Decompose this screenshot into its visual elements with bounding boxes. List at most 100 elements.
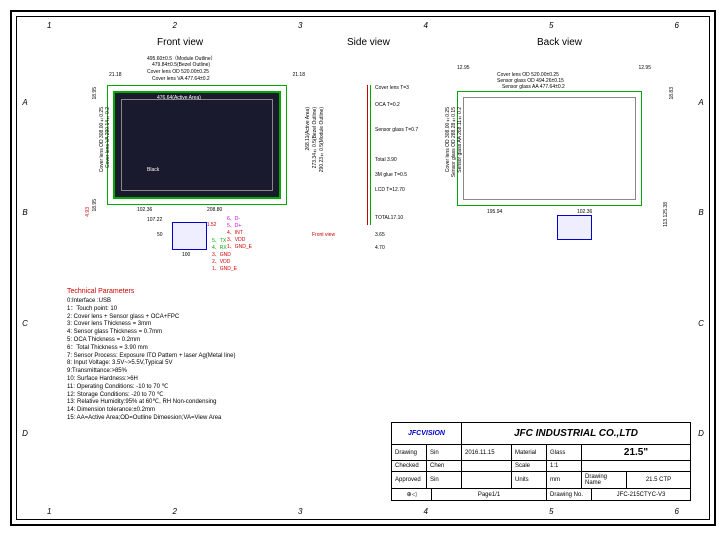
tech-item: 5: OCA Thickness = 0.2mm	[67, 337, 235, 345]
dim-1295r: 12.95	[638, 65, 651, 71]
title-block: JFCVISION JFC INDUSTRIAL CO.,LTD Drawing…	[391, 422, 691, 501]
dim-module-v: 290.23±0.5(Module Outline)	[319, 107, 325, 172]
side-total1710: TOTAL17.10	[375, 215, 403, 221]
tb-sin: Sin	[427, 445, 462, 460]
tb-dname-lbl: Drawing Name	[582, 472, 627, 488]
front-view-title: Front view	[157, 37, 203, 48]
dim-bsensor-aav: Sensor glass AA 268.11±0.2	[457, 107, 463, 173]
dim-bsensor-va: Sensor glass AA 477.64±0.2	[502, 84, 565, 90]
pin: 5、TX	[212, 237, 237, 244]
pin: 4、RX	[212, 244, 237, 251]
front-view-arrow: Front view	[312, 232, 335, 238]
dim-1895t: 18.95	[92, 87, 98, 100]
tech-item: 13: Relative Humidity:95% at 60℃, RH Non…	[67, 399, 235, 407]
dim-1895b: 18.95	[92, 199, 98, 212]
tech-item: 4: Sensor glass Thickness = 0.7mm	[67, 329, 235, 337]
side-profile2	[370, 85, 371, 225]
col-num: 2	[173, 21, 177, 30]
dim-2118l: 21.18	[109, 72, 122, 78]
pin: 6、D-	[227, 215, 252, 222]
drawing-frame: 1 2 3 4 5 6 1 2 3 4 5 6 A B C D A B C D …	[10, 10, 716, 526]
side-470: 4.70	[375, 245, 385, 251]
front-active-area	[121, 99, 273, 191]
col-num: 2	[173, 507, 177, 516]
dim-538: 5.38	[663, 202, 669, 212]
pin: 1、GND_E	[212, 265, 237, 272]
ruler-top: 1 2 3 4 5 6	[47, 19, 679, 31]
front-view: 495.60±0.5（Module Outline） 479.84±0.5(Be…	[107, 67, 307, 267]
dim-cover-od: Cover lens OD 520.00±0.25	[147, 69, 209, 75]
side-365: 3.65	[375, 232, 385, 238]
dim-100: 100	[182, 252, 190, 258]
tech-item: 3: Cover lens Thickness = 3mm	[67, 321, 235, 329]
tb-dno: JFC-215CTYC-V3	[592, 489, 690, 500]
pin: 2、VDD	[212, 258, 237, 265]
col-num: 6	[675, 507, 679, 516]
dim-10236: 102.36	[137, 207, 152, 213]
dim-1883: 18.83	[669, 87, 675, 100]
side-oca: OCA T=0.2	[375, 102, 400, 108]
dim-2118r: 21.18	[292, 72, 305, 78]
tech-item: 12: Storage Conditions: -20 to 70 ℃	[67, 392, 235, 400]
back-connector	[557, 215, 592, 240]
tb-approved-lbl: Approved	[392, 472, 427, 488]
tb-drawing-lbl: Drawing	[392, 445, 427, 460]
tb-scale: 1:1	[547, 461, 582, 471]
tb-size: 21.5"	[582, 445, 690, 460]
tech-item: 8: Input Voltage: 3.5V~>5.5V,Typical 5V	[67, 360, 235, 368]
tb-material-lbl: Material	[512, 445, 547, 460]
tech-item: 7: Sensor Process: Exposure ITO Pattern …	[67, 353, 235, 361]
technical-parameters: Technical Parameters 0:Interface :USB 1：…	[67, 287, 235, 423]
col-num: 4	[424, 21, 428, 30]
projection-icon: ⊕◁	[407, 491, 417, 498]
tech-item: 9:Transmittance:>85%	[67, 368, 235, 376]
tech-item: 0:Interface :USB	[67, 298, 235, 306]
row-letter: C	[698, 319, 704, 328]
side-cover: Cover lens T=3	[375, 85, 409, 91]
pin: 4、INT	[227, 229, 252, 236]
dim-1295l: 12.95	[457, 65, 470, 71]
col-num: 5	[549, 507, 553, 516]
tb-date: 2016.11.15	[462, 445, 512, 460]
tb-chen: Chen	[427, 461, 462, 471]
dim-active-v: 268.11(Active Area)	[305, 107, 311, 151]
tb-glass: Glass	[547, 445, 582, 460]
tech-item: 15: AA=Active Area;OD=Outline Dimeesion;…	[67, 415, 235, 423]
company-name: JFC INDUSTRIAL CO.,LTD	[514, 428, 638, 439]
row-letter: C	[22, 319, 28, 328]
row-letter: D	[22, 429, 28, 438]
dim-b11312: 113.12	[663, 212, 669, 227]
tech-item: 6：Total Thickness = 3.90 mm	[67, 345, 235, 353]
side-profile	[367, 85, 368, 225]
dim-cover-va-v: Cover lens VA 290.14±0.2	[105, 107, 111, 168]
dim-10722: 107.22	[147, 217, 162, 223]
tech-item: 2: Cover lens + Sensor glass + OCA+FPC	[67, 314, 235, 322]
row-letter: A	[22, 98, 27, 107]
col-num: 4	[424, 507, 428, 516]
pin: 3、GND	[212, 251, 237, 258]
tech-item: 14: Dimension tolerance:±0.2mm	[67, 407, 235, 415]
row-letter: A	[698, 98, 703, 107]
tb-scale-lbl: Scale	[512, 461, 547, 471]
dim-50: 50	[157, 232, 163, 238]
col-num: 6	[675, 21, 679, 30]
logo: JFCVISION	[408, 430, 445, 437]
dim-cover-va: Cover lens VA 477.64±0.2	[152, 76, 210, 82]
tech-title: Technical Parameters	[67, 287, 235, 296]
side-total390: Total 3.90	[375, 157, 397, 163]
col-num: 5	[549, 21, 553, 30]
tb-units-lbl: Units	[512, 472, 547, 488]
row-letter: B	[698, 208, 703, 217]
tb-dno-lbl: Drawing No.	[547, 489, 592, 500]
dim-b19594: 195.94	[487, 209, 502, 215]
ruler-bottom: 1 2 3 4 5 6	[47, 505, 679, 517]
pins-left: 5、TX 4、RX 3、GND 2、VDD 1、GND_E	[212, 237, 237, 272]
connector	[172, 222, 207, 250]
dim-module-outline: 495.60±0.5（Module Outline）	[147, 55, 216, 62]
back-view-title: Back view	[537, 37, 582, 48]
tb-sin2: Sin	[427, 472, 462, 488]
col-num: 1	[47, 507, 51, 516]
col-num: 3	[298, 507, 302, 516]
back-view: 12.95 12.95 Cover lens OD 520.00±0.25 Se…	[457, 67, 657, 267]
inner-frame: 1 2 3 4 5 6 1 2 3 4 5 6 A B C D A B C D …	[16, 16, 710, 520]
